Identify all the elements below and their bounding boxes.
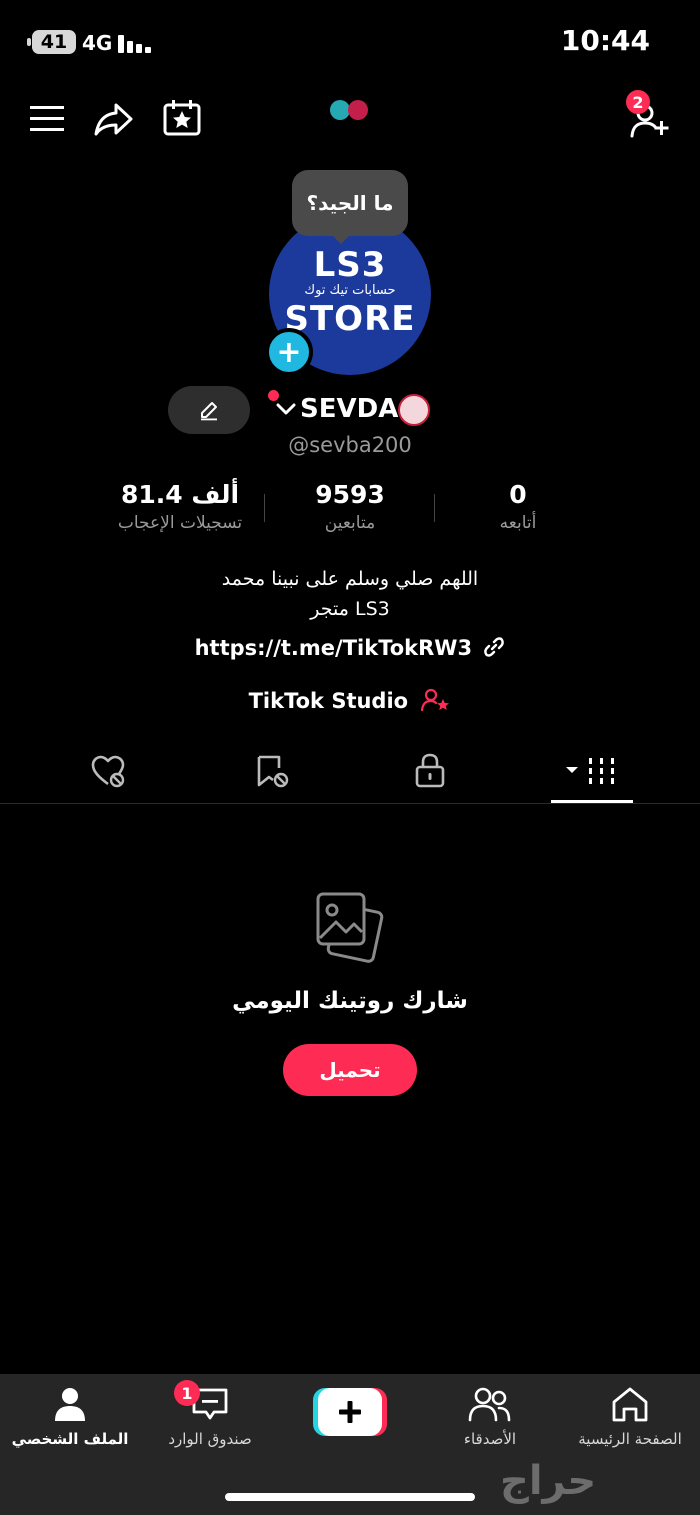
favorites-hidden-icon[interactable]	[254, 754, 290, 788]
nav-home-label: الصفحة الرئيسية	[578, 1430, 682, 1448]
tiktok-studio-link[interactable]: TikTok Studio	[0, 688, 700, 713]
flag-emoji-icon	[398, 394, 430, 426]
nav-friends[interactable]: الأصدقاء	[420, 1386, 560, 1448]
status-bar: 41 4G 10:44	[0, 0, 700, 80]
content-tabs	[0, 740, 700, 804]
active-tab-indicator	[551, 800, 633, 803]
add-story-button[interactable]: +	[265, 328, 313, 376]
home-icon	[612, 1387, 648, 1422]
nav-inbox[interactable]: صندوق الوارد	[140, 1386, 280, 1448]
menu-icon[interactable]	[30, 104, 64, 132]
inbox-badge: 1	[174, 1380, 200, 1406]
pencil-icon	[201, 402, 217, 421]
display-name[interactable]: SEVDA	[300, 394, 398, 424]
following-label: أتابعه	[499, 513, 537, 533]
nav-inbox-label: صندوق الوارد	[168, 1430, 252, 1448]
nav-profile[interactable]: الملف الشخصي	[0, 1386, 140, 1448]
followers-label: متابعين	[324, 513, 376, 533]
followers-count: 9593	[315, 480, 385, 509]
bio-line-1: اللهم صلي وسلم على نبينا محمد	[221, 568, 479, 590]
following-count: 0	[509, 480, 527, 509]
empty-state-title: شارك روتينك اليومي	[232, 988, 468, 1014]
nav-profile-label: الملف الشخصي	[11, 1430, 129, 1448]
status-tooltip[interactable]: ما الجيد؟	[292, 170, 408, 236]
bio-link-text[interactable]: https://t.me/TikTokRW3	[195, 636, 472, 660]
tiktok-studio-label[interactable]: TikTok Studio	[249, 689, 409, 713]
liked-videos-hidden-icon[interactable]	[90, 754, 126, 788]
battery-indicator: 41	[32, 30, 76, 54]
tiktok-dots-icon	[330, 100, 370, 120]
photo-stack-icon	[316, 892, 384, 963]
signal-icon	[118, 33, 152, 53]
nav-home[interactable]: الصفحة الرئيسية	[560, 1386, 700, 1448]
clock: 10:44	[560, 24, 650, 57]
home-indicator	[225, 1493, 475, 1501]
avatar-text-mid: حسابات تيك توك	[304, 283, 396, 298]
create-button[interactable]	[313, 1388, 387, 1436]
chevron-down-icon[interactable]	[276, 402, 296, 416]
nav-friends-label: الأصدقاء	[463, 1430, 517, 1448]
friends-icon	[468, 1387, 511, 1422]
network-type: 4G	[82, 31, 113, 55]
videos-grid-icon[interactable]	[565, 756, 617, 786]
follow-requests-badge: 2	[626, 90, 650, 114]
link-icon	[484, 637, 505, 657]
bio-link[interactable]: https://t.me/TikTokRW3	[0, 636, 700, 660]
upload-button[interactable]: تحميل	[283, 1044, 417, 1096]
tooltip-tail	[331, 234, 351, 244]
private-lock-icon[interactable]	[414, 752, 446, 788]
likes-label: تسجيلات الإعجاب	[117, 513, 243, 533]
likes-stat[interactable]: 81.4 ألف تسجيلات الإعجاب	[100, 480, 260, 533]
creator-star-icon	[421, 688, 450, 712]
following-stat[interactable]: 0 أتابعه	[458, 480, 578, 533]
followers-stat[interactable]: 9593 متابعين	[280, 480, 420, 533]
battery-tip	[27, 38, 31, 46]
avatar-text-top: LS3	[313, 245, 387, 285]
edit-profile-button[interactable]	[168, 386, 250, 434]
likes-count: 81.4 ألف	[120, 480, 240, 509]
haraj-watermark: حراج	[500, 1458, 597, 1504]
bio-line-2: متجر LS3	[310, 598, 390, 620]
divider	[434, 494, 435, 522]
calendar-star-icon[interactable]	[163, 100, 201, 136]
top-nav: 2	[0, 90, 700, 150]
share-icon[interactable]	[94, 102, 134, 136]
username: @sevba200	[288, 433, 412, 457]
profile-icon	[55, 1388, 85, 1421]
divider	[264, 494, 265, 522]
notification-dot	[268, 390, 279, 401]
